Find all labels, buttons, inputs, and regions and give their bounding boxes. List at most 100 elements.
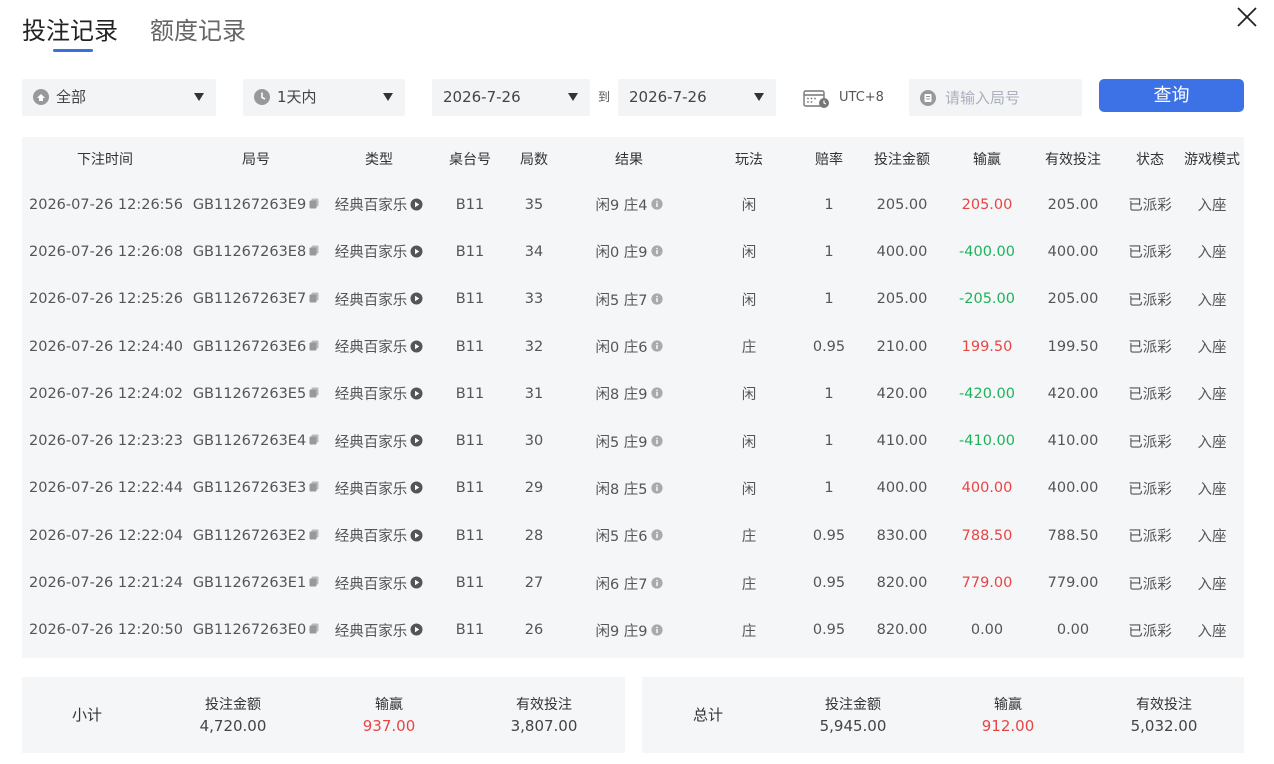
subtotal-valid-bet: 有效投注 3,807.00	[484, 695, 604, 737]
table-row: 2026-07-26 12:22:44 GB11267263E3 经典百家乐 B11 2…	[22, 465, 1244, 512]
cell-result: 闲9 庄4	[562, 181, 696, 228]
cell-bet-time: 2026-07-26 12:21:24	[29, 575, 183, 592]
info-icon[interactable]	[650, 624, 663, 640]
cell-type: 经典百家乐	[324, 559, 434, 606]
play-replay-icon[interactable]	[410, 340, 423, 357]
info-icon[interactable]	[650, 529, 663, 545]
copy-icon[interactable]	[309, 575, 319, 591]
result-text: 闲8 庄5	[595, 481, 648, 498]
cell-bet-option: 闲	[741, 245, 757, 262]
cell-table-no: B11	[455, 480, 485, 497]
cell-table-no: B11	[455, 433, 485, 450]
copy-icon[interactable]	[309, 197, 319, 213]
table-row: 2026-07-26 12:21:24 GB11267263E1 经典百家乐 B11 2…	[22, 559, 1244, 606]
cell-round-id: GB11267263E4	[188, 417, 324, 464]
cell-bet-option: 庄	[741, 576, 757, 593]
cell-bet-time: 2026-07-26 12:20:50	[29, 622, 183, 639]
cell-game-mode: 入座	[1197, 245, 1227, 262]
cell-status: 已派彩	[1128, 481, 1172, 498]
cell-odds: 1	[824, 385, 834, 402]
cell-type: 经典百家乐	[324, 181, 434, 228]
cell-bet-amount: 830.00	[876, 527, 928, 544]
cell-type: 经典百家乐	[324, 228, 434, 275]
play-replay-icon[interactable]	[410, 292, 423, 309]
cell-round-no: 34	[524, 243, 544, 260]
subtotal-valid-label: 有效投注	[516, 697, 572, 713]
cell-valid-bet: 205.00	[1047, 196, 1099, 213]
cell-round-id: GB11267263E5	[188, 370, 324, 417]
cell-game-mode: 入座	[1197, 623, 1227, 640]
game-type-text: 经典百家乐	[334, 481, 408, 498]
cell-win-loss: -400.00	[959, 243, 1015, 260]
close-button[interactable]	[1236, 6, 1258, 28]
cell-bet-time: 2026-07-26 12:22:44	[29, 480, 183, 497]
info-icon[interactable]	[650, 293, 663, 309]
cell-game-mode: 入座	[1197, 340, 1227, 357]
copy-icon[interactable]	[309, 339, 319, 355]
info-icon[interactable]	[650, 387, 663, 403]
subtotal-bet-amount: 投注金额 4,720.00	[173, 695, 293, 737]
cell-result: 闲5 庄6	[562, 512, 696, 559]
cell-bet-option: 闲	[741, 387, 757, 404]
round-id-text: GB11267263E3	[192, 480, 307, 497]
cell-odds: 1	[824, 433, 834, 450]
play-replay-icon[interactable]	[410, 529, 423, 546]
cell-table-no: B11	[455, 243, 485, 260]
copy-icon[interactable]	[309, 528, 319, 544]
game-type-text: 经典百家乐	[334, 529, 408, 546]
copy-icon[interactable]	[309, 480, 319, 496]
cell-round-no: 29	[524, 480, 544, 497]
play-replay-icon[interactable]	[410, 434, 423, 451]
tab-bet-records[interactable]: 投注记录	[22, 14, 118, 48]
play-replay-icon[interactable]	[410, 245, 423, 262]
cell-odds: 0.95	[812, 575, 846, 592]
cell-win-loss: 779.00	[961, 575, 1013, 592]
cell-result: 闲8 庄5	[562, 465, 696, 512]
cell-bet-amount: 410.00	[876, 433, 928, 450]
info-icon[interactable]	[650, 482, 663, 498]
cell-valid-bet: 199.50	[1047, 338, 1099, 355]
cell-round-id: GB11267263E2	[188, 512, 324, 559]
round-id-input[interactable]	[945, 79, 1075, 116]
copy-icon[interactable]	[309, 291, 319, 307]
info-icon[interactable]	[650, 340, 663, 356]
end-date-select[interactable]: 2026-7-26	[618, 79, 776, 116]
total-valid-value: 5,032.00	[1130, 717, 1198, 735]
copy-icon[interactable]	[309, 622, 319, 638]
total-winloss-value: 912.00	[981, 717, 1035, 735]
query-button[interactable]: 查询	[1099, 79, 1244, 112]
copy-icon[interactable]	[309, 433, 319, 449]
game-type-text: 经典百家乐	[334, 245, 408, 262]
play-replay-icon[interactable]	[410, 387, 423, 404]
cell-valid-bet: 779.00	[1047, 575, 1099, 592]
info-icon[interactable]	[650, 435, 663, 451]
info-icon[interactable]	[650, 576, 663, 593]
subtotal-win-loss: 输赢 937.00	[329, 695, 449, 737]
info-icon[interactable]	[650, 198, 663, 214]
start-date-select[interactable]: 2026-7-26	[432, 79, 590, 116]
tab-credit-records[interactable]: 额度记录	[150, 14, 246, 48]
close-icon	[1237, 7, 1257, 27]
category-icon	[33, 89, 49, 105]
play-replay-icon[interactable]	[410, 623, 423, 640]
play-replay-icon[interactable]	[410, 198, 423, 215]
time-range-select[interactable]: 1天内	[243, 79, 405, 116]
copy-icon[interactable]	[309, 386, 319, 402]
cell-game-mode: 入座	[1197, 387, 1227, 404]
header-bet-time: 下注时间	[77, 152, 133, 168]
copy-icon[interactable]	[309, 244, 319, 260]
play-replay-icon[interactable]	[410, 481, 423, 498]
caret-down-icon	[568, 93, 578, 101]
cell-round-no: 32	[524, 338, 544, 355]
search-round-icon	[920, 90, 936, 106]
cell-win-loss: 788.50	[961, 527, 1013, 544]
category-select[interactable]: 全部	[22, 79, 216, 116]
info-icon[interactable]	[650, 245, 663, 261]
cell-bet-option: 庄	[741, 623, 757, 640]
cell-type: 经典百家乐	[324, 276, 434, 323]
cell-bet-amount: 400.00	[876, 480, 928, 497]
table-header-row: 下注时间 局号 类型 桌台号 局数 结果 玩法 赔率 投注金额 输赢 有效投注 …	[22, 137, 1244, 181]
bet-records-table: 下注时间 局号 类型 桌台号 局数 结果 玩法 赔率 投注金额 输赢 有效投注 …	[22, 137, 1244, 658]
play-replay-icon[interactable]	[410, 576, 423, 593]
game-type-text: 经典百家乐	[334, 387, 408, 404]
